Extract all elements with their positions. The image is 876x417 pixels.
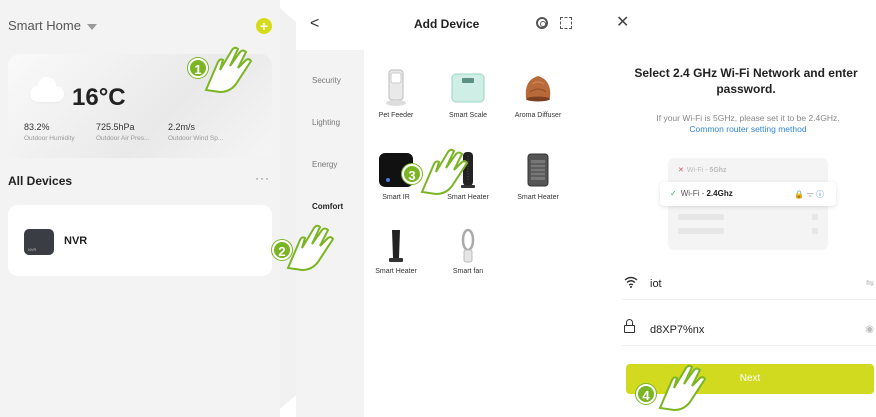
device-option-pet-feeder[interactable]: Pet Feeder xyxy=(364,68,428,120)
device-card-nvr[interactable]: NVR NVR xyxy=(8,205,272,276)
device-option-label: Smart Heater xyxy=(517,194,559,201)
wifi-24ghz-row: ✓ Wi-Fi - 2.4Ghz 🔒 ᯤ ⓘ xyxy=(660,182,836,206)
info-icon: ⓘ xyxy=(816,190,824,199)
back-button[interactable]: < xyxy=(310,15,319,33)
scan-icon[interactable] xyxy=(536,17,548,29)
wifi-5ghz-row: ✕ Wi-Fi - 5Ghz xyxy=(678,166,727,174)
ssid-value: iot xyxy=(650,278,662,290)
device-option-smart-heater-slim[interactable]: Smart Heater xyxy=(364,228,428,276)
password-field[interactable]: d8XP7%nx ◉ xyxy=(622,316,876,346)
placeholder-dot xyxy=(812,214,818,220)
close-button[interactable]: ✕ xyxy=(616,12,629,32)
humidity-stat: 83.2% Outdoor Humidity xyxy=(24,122,75,142)
humidity-value: 83.2% xyxy=(24,122,50,132)
ssid-field[interactable]: iot ⇋ xyxy=(622,270,876,300)
wifi-setup-screen: ✕ Select 2.4 GHz Wi-Fi Network and enter… xyxy=(604,0,876,417)
wifi-status-icons: 🔒 ᯤ ⓘ xyxy=(794,190,824,199)
device-name: NVR xyxy=(64,235,88,247)
wifi-hint: If your Wi-Fi is 5GHz, please set it to … xyxy=(656,113,840,123)
pressure-label: Outdoor Air Pres... xyxy=(96,135,150,142)
page-title: Add Device xyxy=(414,17,480,31)
add-device-button[interactable]: + xyxy=(256,18,272,34)
wifi-band-illustration: ✕ Wi-Fi - 5Ghz ✓ Wi-Fi - 2.4Ghz 🔒 ᯤ ⓘ xyxy=(660,158,836,250)
wifi-5ghz-label: 5Ghz xyxy=(709,167,727,174)
device-option-aroma-diffuser[interactable]: Aroma Diffuser xyxy=(506,68,570,120)
step-marker-1: 1 xyxy=(188,58,208,78)
wind-stat: 2.2m/s Outdoor Wind Sp... xyxy=(168,122,223,142)
wifi-24ghz-prefix: Wi-Fi - xyxy=(680,189,707,198)
cloud-icon xyxy=(30,77,64,102)
device-option-label: Aroma Diffuser xyxy=(514,112,562,119)
tap-hand-icon xyxy=(658,364,707,412)
category-lighting[interactable]: Lighting xyxy=(312,118,340,127)
device-option-label: Smart Scale xyxy=(448,112,488,119)
device-option-label: Smart fan xyxy=(452,268,484,275)
nvr-icon-text: NVR xyxy=(28,247,37,252)
device-option-smart-scale[interactable]: Smart Scale xyxy=(436,68,500,120)
step-marker-3: 3 xyxy=(402,164,422,184)
wind-label: Outdoor Wind Sp... xyxy=(168,135,224,142)
step-marker-4: 4 xyxy=(636,384,656,404)
step-marker-2: 2 xyxy=(272,240,292,260)
more-menu-button[interactable]: ··· xyxy=(255,171,270,185)
placeholder-bar xyxy=(678,228,724,234)
diffuser-icon xyxy=(525,76,551,102)
eye-icon[interactable]: ◉ xyxy=(865,324,874,335)
box-heater-icon xyxy=(527,153,549,187)
device-option-label: Smart Heater xyxy=(375,268,417,275)
humidity-label: Outdoor Humidity xyxy=(24,135,75,142)
wifi-24ghz-label: 2.4Ghz xyxy=(706,189,733,198)
router-setting-link[interactable]: Common router setting method xyxy=(628,124,868,135)
switch-network-icon[interactable]: ⇋ xyxy=(866,278,874,289)
category-comfort[interactable]: Comfort xyxy=(312,202,343,211)
wifi-icon xyxy=(624,276,638,291)
device-option-smart-fan[interactable]: Smart fan xyxy=(436,228,500,276)
home-title: Smart Home xyxy=(8,18,81,33)
all-devices-heading: All Devices xyxy=(8,174,73,188)
qr-scan-icon[interactable] xyxy=(560,17,572,29)
add-device-screen: < Add Device Security Lighting Energy Co… xyxy=(296,0,588,417)
pressure-value: 725.5hPa xyxy=(96,122,135,132)
category-security[interactable]: Security xyxy=(312,76,341,85)
pet-feeder-icon xyxy=(386,69,406,106)
bladeless-fan-icon xyxy=(461,228,475,263)
home-selector[interactable]: Smart Home xyxy=(8,18,97,33)
scale-icon xyxy=(451,73,485,103)
tap-hand-icon xyxy=(420,148,469,196)
nvr-icon: NVR xyxy=(24,229,54,255)
lock-icon xyxy=(624,319,635,333)
temperature: 16°C xyxy=(72,84,126,111)
cross-icon: ✕ xyxy=(678,167,684,174)
wifi-subtitle: If your Wi-Fi is 5GHz, please set it to … xyxy=(628,113,868,135)
wifi-title: Select 2.4 GHz Wi-Fi Network and enter p… xyxy=(634,66,858,96)
placeholder-bar xyxy=(678,214,724,220)
password-value: d8XP7%nx xyxy=(650,324,705,336)
wind-value: 2.2m/s xyxy=(168,122,196,132)
device-option-smart-heater-box[interactable]: Smart Heater xyxy=(506,150,570,202)
placeholder-dot xyxy=(812,228,818,234)
category-energy[interactable]: Energy xyxy=(312,160,337,169)
device-option-label: Smart IR xyxy=(382,194,410,201)
slim-heater-icon xyxy=(389,230,403,262)
device-option-label: Pet Feeder xyxy=(378,112,414,119)
wifi-5ghz-prefix: Wi-Fi - xyxy=(686,167,710,174)
check-icon: ✓ xyxy=(670,189,677,198)
caret-down-icon xyxy=(86,23,97,30)
pressure-stat: 725.5hPa Outdoor Air Pres... xyxy=(96,122,149,142)
